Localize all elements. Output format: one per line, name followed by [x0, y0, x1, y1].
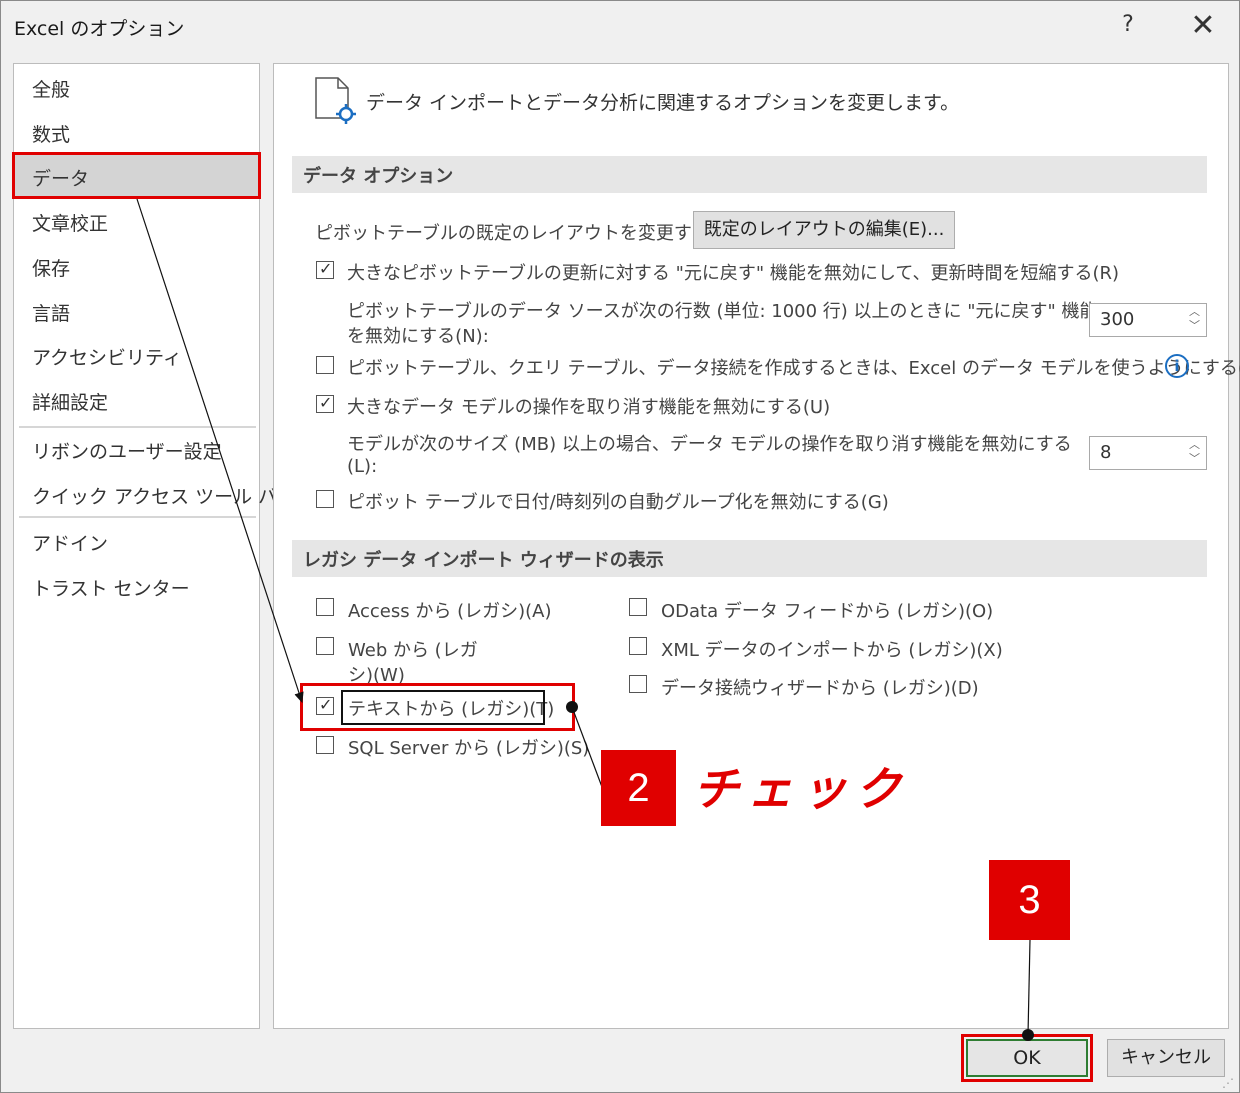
step-2-label: チェック [693, 762, 909, 816]
step-2-badge: 2 [601, 750, 676, 826]
annotation-leader-line [571, 706, 603, 788]
arrow-nav-to-checkbox [136, 198, 304, 704]
annotation-leader-line [1027, 939, 1031, 1036]
step-3-badge: 3 [989, 860, 1070, 940]
